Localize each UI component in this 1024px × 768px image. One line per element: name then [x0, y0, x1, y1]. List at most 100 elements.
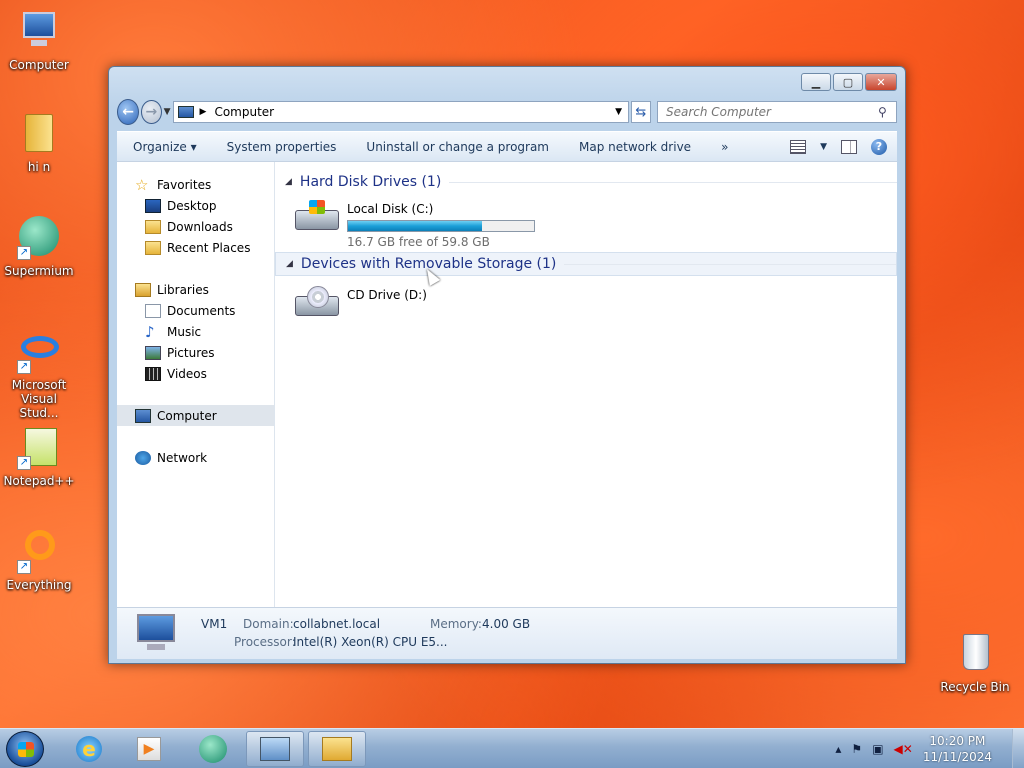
- internet-explorer-icon: e: [76, 736, 102, 762]
- desktop-icon-label: Microsoft Visual Stud...: [11, 378, 67, 420]
- desktop-icon-label: hi n: [27, 160, 51, 174]
- desktop-icon-supermium[interactable]: ↗ Supermium: [0, 216, 78, 278]
- more-commands-button[interactable]: »: [721, 140, 728, 154]
- address-bar[interactable]: ▶ Computer ▼: [172, 101, 629, 123]
- desktop-icon-label: Everything: [6, 578, 72, 592]
- taskbar-media-player[interactable]: ▶: [120, 731, 178, 767]
- desktop-icon-label: Supermium: [4, 264, 74, 278]
- desktop-icon-visual-studio[interactable]: ↗ Microsoft Visual Stud...: [0, 330, 78, 420]
- shortcut-arrow-icon: ↗: [17, 560, 31, 574]
- recycle-bin-icon: [953, 632, 997, 676]
- drive-name: Local Disk (C:): [347, 202, 434, 216]
- window-controls: ▁ ▢ ✕: [801, 73, 897, 91]
- nav-item-pictures[interactable]: Pictures: [117, 342, 274, 363]
- computer-icon: [133, 614, 177, 650]
- start-button[interactable]: [6, 731, 44, 767]
- minimize-button[interactable]: ▁: [801, 73, 831, 91]
- clock[interactable]: 10:20 PM 11/11/2024: [923, 733, 992, 765]
- breadcrumb-computer[interactable]: Computer: [214, 105, 609, 119]
- nav-item-libraries[interactable]: Libraries: [117, 279, 274, 300]
- taskbar-supermium[interactable]: [184, 731, 242, 767]
- nav-label: Desktop: [167, 198, 217, 213]
- nav-item-computer[interactable]: Computer: [117, 405, 274, 426]
- desktop-icon-recycle-bin[interactable]: Recycle Bin: [936, 632, 1014, 694]
- refresh-button[interactable]: ⇆: [630, 101, 651, 123]
- show-desktop-button[interactable]: [1012, 729, 1024, 768]
- nav-label: Videos: [167, 366, 207, 381]
- supermium-icon: ↗: [17, 216, 61, 260]
- search-icon[interactable]: ⚲: [878, 105, 896, 119]
- collapse-triangle-icon[interactable]: ◢: [285, 177, 292, 187]
- group-header-hard-disk-drives[interactable]: ◢ Hard Disk Drives (1): [275, 170, 897, 194]
- nav-item-recent-places[interactable]: Recent Places: [117, 237, 274, 258]
- computer-icon: [135, 408, 151, 423]
- change-view-icon[interactable]: [790, 139, 807, 154]
- desktop-icon-notepadpp[interactable]: ↗ Notepad++: [0, 426, 78, 488]
- documents-icon: [145, 303, 161, 318]
- back-button[interactable]: ←: [117, 99, 140, 125]
- processor-value: Intel(R) Xeon(R) CPU E5...: [293, 635, 448, 649]
- nav-item-favorites[interactable]: ☆ Favorites: [117, 174, 274, 195]
- domain-label: Domain:: [243, 617, 294, 631]
- taskbar-windows-explorer[interactable]: [308, 731, 366, 767]
- show-hidden-icons-icon[interactable]: ▴: [835, 742, 841, 756]
- desktop-icon-computer[interactable]: Computer: [0, 10, 78, 72]
- clock-time: 10:20 PM: [929, 734, 986, 748]
- notepadpp-icon: ↗: [17, 426, 61, 470]
- shortcut-arrow-icon: ↗: [17, 456, 31, 470]
- network-status-icon[interactable]: ▣: [872, 742, 883, 756]
- action-center-flag-icon[interactable]: ⚑: [851, 742, 862, 756]
- organize-button[interactable]: Organize ▾: [133, 140, 197, 154]
- help-icon[interactable]: ?: [871, 138, 887, 155]
- desktop-icon: [145, 198, 161, 213]
- memory-label: Memory:: [430, 617, 482, 631]
- recent-pages-dropdown[interactable]: ▼: [164, 107, 171, 117]
- group-header-removable-storage[interactable]: ◢ Devices with Removable Storage (1): [275, 252, 897, 276]
- explorer-folder-icon: [322, 737, 352, 761]
- nav-label: Computer: [157, 408, 217, 423]
- forward-button[interactable]: →: [141, 100, 162, 124]
- nav-label: Recent Places: [167, 240, 251, 255]
- taskbar-control-panel[interactable]: [246, 731, 304, 767]
- search-input[interactable]: [664, 104, 878, 120]
- collapse-triangle-icon[interactable]: ◢: [286, 259, 293, 269]
- maximize-button[interactable]: ▢: [833, 73, 863, 91]
- drive-local-disk-c[interactable]: Local Disk (C:) 16.7 GB free of 59.8 GB: [293, 200, 535, 249]
- nav-item-documents[interactable]: Documents: [117, 300, 274, 321]
- drive-cd-d[interactable]: CD Drive (D:): [293, 286, 427, 320]
- desktop-icon-everything[interactable]: ↗ Everything: [0, 530, 78, 592]
- downloads-folder-icon: [145, 219, 161, 234]
- nav-item-music[interactable]: ♪ Music: [117, 321, 274, 342]
- libraries-icon: [135, 282, 151, 297]
- everything-icon: ↗: [17, 530, 61, 574]
- volume-muted-icon[interactable]: ◀✕: [894, 742, 913, 756]
- view-options-dropdown-icon[interactable]: ▼: [820, 142, 827, 152]
- breadcrumb-arrow-icon[interactable]: ▶: [200, 107, 207, 117]
- nav-item-videos[interactable]: Videos: [117, 363, 274, 384]
- shortcut-arrow-icon: ↗: [17, 246, 31, 260]
- explorer-window: ▁ ▢ ✕ ← → ▼ ▶ Computer ▼ ⇆ ⚲ Organize ▾ …: [108, 66, 906, 664]
- taskbar-internet-explorer[interactable]: e: [60, 731, 118, 767]
- drive-free-space: 16.7 GB free of 59.8 GB: [347, 235, 490, 249]
- nav-item-downloads[interactable]: Downloads: [117, 216, 274, 237]
- close-button[interactable]: ✕: [865, 73, 897, 91]
- system-properties-button[interactable]: System properties: [227, 140, 337, 154]
- address-dropdown-icon[interactable]: ▼: [610, 107, 628, 117]
- memory-value: 4.00 GB: [482, 617, 531, 631]
- desktop-icon-folder[interactable]: hi n: [0, 112, 78, 174]
- visual-studio-icon: ↗: [17, 330, 61, 374]
- pictures-icon: [145, 345, 161, 360]
- nav-label: Documents: [167, 303, 236, 318]
- details-pane: VM1 Domain: collabnet.local Memory: 4.00…: [117, 607, 897, 659]
- preview-pane-icon[interactable]: [841, 139, 857, 154]
- desktop-icon-label: Recycle Bin: [940, 680, 1010, 694]
- nav-item-desktop[interactable]: Desktop: [117, 195, 274, 216]
- map-network-drive-button[interactable]: Map network drive: [579, 140, 691, 154]
- hard-drive-icon: [293, 200, 341, 234]
- search-box[interactable]: ⚲: [657, 101, 897, 123]
- nav-item-network[interactable]: Network: [117, 447, 274, 468]
- navigation-pane: ☆ Favorites Desktop Downloads Recent Pla…: [117, 162, 275, 607]
- disk-usage-bar: [347, 220, 535, 232]
- drive-name: CD Drive (D:): [347, 288, 427, 302]
- uninstall-program-button[interactable]: Uninstall or change a program: [366, 140, 549, 154]
